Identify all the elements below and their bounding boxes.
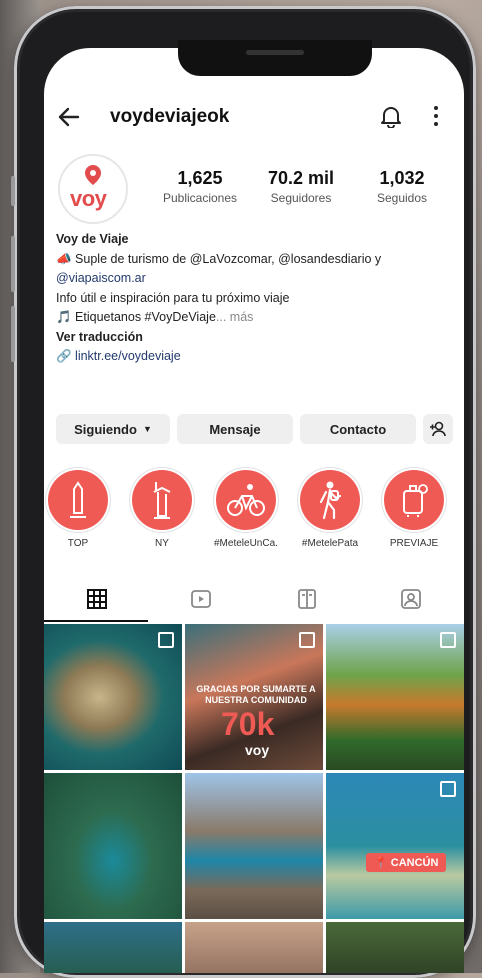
highlight-metelepata-label: #MetelePata <box>301 538 359 549</box>
highlight-previaje-cover <box>384 470 444 530</box>
post-thumbnail[interactable] <box>326 624 464 770</box>
mute-switch <box>11 176 15 206</box>
highlight-meteleunca[interactable]: #MeteleUnCa... <box>214 470 278 549</box>
post-thumbnail[interactable] <box>44 773 182 919</box>
obelisk-icon <box>70 481 86 518</box>
carousel-icon <box>440 781 456 797</box>
stat-posts-label: Publicaciones <box>162 191 238 205</box>
message-button[interactable]: Mensaje <box>177 414 293 444</box>
posts-grid: GRACIAS POR SUMARTE A NUESTRA COMUNIDAD … <box>44 624 464 973</box>
post-thumbnail-70k[interactable]: GRACIAS POR SUMARTE A NUESTRA COMUNIDAD … <box>185 624 323 770</box>
post-location-tag: 📍 CANCÚN <box>366 853 447 872</box>
post-location-tag-text: CANCÚN <box>390 857 439 869</box>
bio-line-1-text: Suple de turismo de @LaVozcomar, @losand… <box>75 251 382 266</box>
phone-notch <box>178 40 372 76</box>
hiker-icon <box>319 481 342 520</box>
bio-external-link[interactable]: 🔗 linktr.ee/voydeviaje <box>56 347 451 367</box>
post-thumbnail[interactable] <box>44 624 182 770</box>
carousel-icon <box>299 632 315 648</box>
profile-username: voydeviajeok <box>110 106 230 127</box>
bio-more-link[interactable]: ... más <box>216 310 254 324</box>
post-thumbnail-cancun[interactable]: 📍 CANCÚN <box>326 773 464 919</box>
highlight-ny-cover <box>132 470 192 530</box>
stat-posts[interactable]: 1,625 Publicaciones <box>152 168 248 205</box>
bio-line-1: 📣 Suple de turismo de @LaVozcomar, @losa… <box>56 250 451 270</box>
link-icon: 🔗 <box>56 349 76 363</box>
stat-following[interactable]: 1,032 Seguidos <box>362 168 442 205</box>
post-overlay-brand: voy <box>245 742 270 758</box>
bicycle-icon <box>227 484 265 516</box>
following-button-label: Siguiendo <box>74 421 137 437</box>
see-translation-link[interactable]: Ver traducción <box>56 328 451 348</box>
add-user-icon <box>430 421 446 437</box>
highlight-previaje[interactable]: PREVIAJE <box>382 470 446 549</box>
post-thumbnail[interactable] <box>185 922 323 973</box>
post-overlay-big-number: 70k <box>221 706 275 742</box>
bio-line-3: Info útil e inspiración para tu próximo … <box>56 290 290 305</box>
contact-button[interactable]: Contacto <box>300 414 416 444</box>
bio-line-4-text: Etiquetanos #VoyDeViaje <box>75 310 216 324</box>
profile-bio: Voy de Viaje 📣 Suple de turismo de @LaVo… <box>56 230 451 367</box>
music-icon: 🎵 <box>56 310 76 324</box>
suitcase-icon <box>403 484 428 517</box>
location-pin-icon <box>85 165 101 185</box>
following-button[interactable]: Siguiendo ▼ <box>56 414 170 444</box>
highlight-top[interactable]: TOP <box>46 470 110 549</box>
stat-followers[interactable]: 70.2 mil Seguidores <box>258 168 344 205</box>
post-thumbnail[interactable] <box>326 922 464 973</box>
highlight-top-cover <box>48 470 108 530</box>
avatar[interactable]: voy <box>58 154 128 224</box>
active-tab-indicator <box>44 620 148 622</box>
post-overlay-title: GRACIAS POR SUMARTE A NUESTRA COMUNIDAD <box>196 684 316 705</box>
tagged-icon[interactable] <box>400 588 422 610</box>
highlight-meteleunca-cover <box>216 470 276 530</box>
more-vertical-icon[interactable] <box>432 105 440 127</box>
stat-followers-value: 70.2 mil <box>267 168 335 188</box>
top-bar: voydeviajeok <box>44 100 464 136</box>
avatar-logo-text: voy <box>70 186 107 211</box>
bio-line-4: 🎵 Etiquetanos #VoyDeViaje... más <box>56 308 451 328</box>
stat-following-value: 1,032 <box>379 168 425 188</box>
bio-name: Voy de Viaje <box>56 232 129 246</box>
highlight-previaje-label: PREVIAJE <box>389 538 439 549</box>
highlight-top-label: TOP <box>67 538 89 549</box>
contact-button-label: Contacto <box>329 421 387 437</box>
carousel-icon <box>440 632 456 648</box>
guides-icon[interactable] <box>296 588 318 610</box>
highlight-ny[interactable]: NY <box>130 470 194 549</box>
post-thumbnail[interactable] <box>44 922 182 973</box>
reels-icon[interactable] <box>190 588 212 610</box>
highlight-ny-label: NY <box>155 538 169 549</box>
megaphone-icon: 📣 <box>56 251 76 266</box>
suggested-users-button[interactable] <box>423 414 453 444</box>
back-arrow-icon[interactable] <box>56 104 82 130</box>
bio-external-link-text: linktr.ee/voydeviaje <box>75 349 181 363</box>
message-button-label: Mensaje <box>209 421 261 437</box>
post-thumbnail[interactable] <box>185 773 323 919</box>
highlight-meteleunca-label: #MeteleUnCa... <box>214 538 278 549</box>
volume-up-button <box>11 236 15 292</box>
statue-of-liberty-icon <box>153 482 171 519</box>
chevron-down-icon: ▼ <box>142 424 152 434</box>
instagram-profile-screen: voydeviajeok voy 1,625 Publicaciones 70.… <box>44 48 464 973</box>
highlight-metelepata[interactable]: #MetelePata <box>298 470 362 549</box>
stat-posts-value: 1,625 <box>177 168 223 188</box>
location-pin-icon: 📍 <box>374 857 388 869</box>
volume-down-button <box>11 306 15 362</box>
bell-icon[interactable] <box>380 104 402 128</box>
stat-followers-label: Seguidores <box>270 191 332 205</box>
bio-line-2[interactable]: @viapaiscom.ar <box>56 269 451 289</box>
highlight-metelepata-cover <box>300 470 360 530</box>
speaker-grille <box>246 50 304 55</box>
carousel-icon <box>158 632 174 648</box>
grid-icon[interactable] <box>86 588 108 610</box>
stat-following-label: Seguidos <box>376 191 428 205</box>
